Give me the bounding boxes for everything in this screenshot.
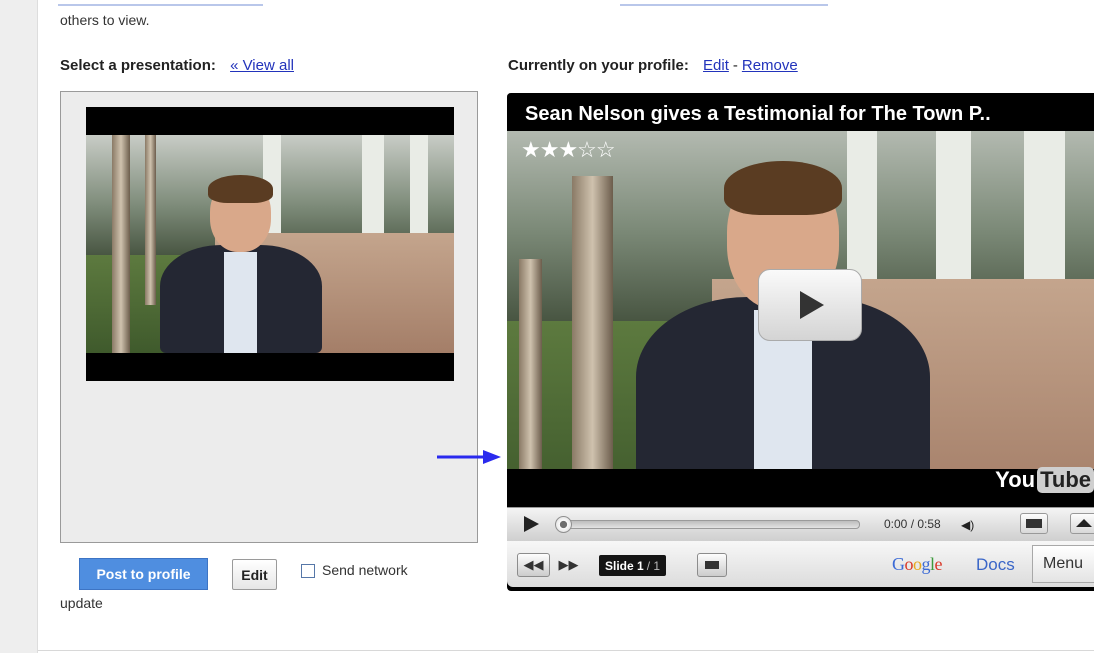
rating-stars: ★★★☆☆ — [521, 137, 616, 162]
video-title[interactable]: Sean Nelson gives a Testimonial for The … — [525, 103, 991, 126]
previous-slide-icon[interactable]: ◀◀ — [517, 553, 550, 577]
volume-icon[interactable]: ◀) — [961, 518, 974, 532]
cropped-text-line — [620, 4, 828, 6]
link-separator: - — [732, 57, 738, 74]
intro-text: others to view. — [60, 12, 150, 28]
fullscreen-icon[interactable] — [697, 553, 727, 577]
divider — [38, 650, 1094, 651]
youtube-logo-tube: Tube — [1037, 467, 1094, 493]
google-logo-letter: o — [913, 554, 922, 574]
slide-total: / 1 — [646, 558, 661, 573]
menu-button[interactable]: Menu — [1032, 545, 1094, 583]
play-button[interactable] — [758, 269, 862, 341]
google-logo-letter: g — [921, 554, 931, 574]
progress-scrubber[interactable] — [555, 516, 572, 533]
google-logo-letter: e — [934, 554, 943, 574]
presenter — [159, 175, 322, 353]
post-to-profile-button[interactable]: Post to profile — [79, 558, 208, 590]
profile-edit-link[interactable]: Edit — [703, 57, 729, 74]
slide-label: Slide 1 — [605, 558, 644, 573]
google-logo-letter: o — [904, 554, 914, 574]
profile-heading: Currently on your profile: Edit - Remove — [508, 57, 798, 74]
player-controls: 0:00 / 0:58 ◀) — [507, 507, 1094, 541]
slides-toolbar: ◀◀ ▶▶ Slide 1/ 1 Google Docs Menu — [507, 541, 1094, 587]
play-control-icon[interactable] — [523, 516, 539, 532]
cropped-text-line — [58, 4, 263, 6]
thumbnail-frame — [86, 135, 454, 353]
presentation-list — [60, 91, 478, 543]
left-rail — [0, 0, 38, 653]
presentation-thumbnail[interactable] — [86, 107, 454, 381]
remove-link[interactable]: Remove — [742, 57, 798, 74]
eject-icon[interactable] — [1070, 513, 1094, 534]
profile-label: Currently on your profile: — [508, 57, 689, 74]
view-all-link[interactable]: « View all — [230, 57, 294, 74]
google-logo[interactable]: Google — [892, 554, 942, 575]
google-logo-letter: G — [892, 554, 905, 574]
edit-button[interactable]: Edit — [232, 559, 277, 590]
send-network-label-cont: update — [60, 595, 103, 611]
select-presentation-heading: Select a presentation: « View all — [60, 57, 294, 74]
screen-size-icon[interactable] — [1020, 513, 1048, 534]
send-network-checkbox[interactable] — [301, 564, 315, 578]
select-presentation-label: Select a presentation: — [60, 57, 216, 74]
embedded-video-player: Sean Nelson gives a Testimonial for The … — [507, 93, 1094, 591]
docs-label[interactable]: Docs — [976, 555, 1015, 575]
youtube-logo[interactable]: You Tube — [995, 467, 1094, 493]
time-display: 0:00 / 0:58 — [884, 517, 941, 531]
arrow-right-icon — [437, 450, 501, 464]
youtube-logo-you: You — [995, 467, 1036, 492]
slide-indicator: Slide 1/ 1 — [599, 555, 667, 576]
send-network-label: Send network — [322, 562, 408, 578]
progress-track[interactable] — [555, 516, 860, 533]
play-icon — [800, 291, 824, 319]
next-slide-icon[interactable]: ▶▶ — [552, 553, 585, 577]
